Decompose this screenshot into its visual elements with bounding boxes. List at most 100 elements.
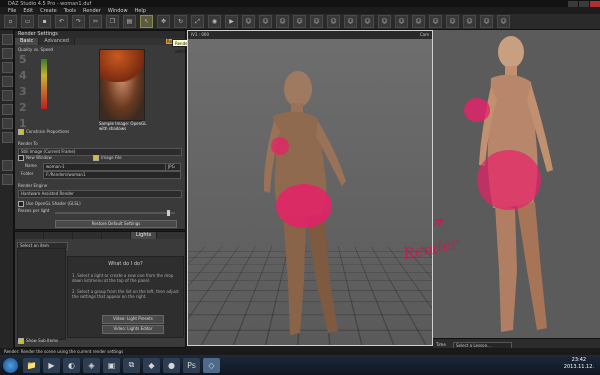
figure-icon[interactable]: ☺ [327, 15, 340, 28]
cut-icon[interactable]: ✂ [89, 15, 102, 28]
viewport[interactable]: IV1 : 000 Cam [187, 30, 433, 346]
figure-icon[interactable]: ☺ [361, 15, 374, 28]
menu-tools[interactable]: Tools [64, 8, 76, 14]
image-file-group[interactable]: Image File [93, 155, 122, 161]
menu-help[interactable]: Help [135, 8, 146, 14]
tab-icon[interactable] [2, 90, 13, 101]
figure-icon[interactable]: ☺ [446, 15, 459, 28]
copy-icon[interactable]: ❐ [106, 15, 119, 28]
tab-icon[interactable] [44, 232, 73, 239]
tab-icon[interactable] [2, 104, 13, 115]
figure-icon[interactable]: ☺ [463, 15, 476, 28]
menu-window[interactable]: Window [108, 8, 128, 14]
photoshop-icon[interactable]: Ps [183, 357, 200, 373]
window-title: DAZ Studio 4.5 Pro - woman1.duf [8, 0, 92, 7]
daz-icon[interactable]: ◇ [203, 357, 220, 373]
media-icon[interactable]: ▶ [43, 357, 60, 373]
help-title: What do I do? [108, 261, 143, 267]
render-result: Render [402, 30, 600, 348]
figure-icon[interactable]: ☺ [378, 15, 391, 28]
tab-icon[interactable] [15, 232, 44, 239]
app-icon[interactable]: ● [163, 357, 180, 373]
tab-lights[interactable]: Lights [131, 232, 158, 239]
figure-icon[interactable]: ☺ [259, 15, 272, 28]
tab-icon[interactable] [102, 232, 131, 239]
app-icon[interactable]: ◆ [143, 357, 160, 373]
select-icon[interactable]: ↖ [140, 15, 153, 28]
tab-basic[interactable]: Basic [15, 38, 40, 45]
firefox-icon[interactable]: ◐ [63, 357, 80, 373]
opengl-row[interactable]: Use OpenGL Shader (GLSL) [18, 201, 181, 207]
figure-icon[interactable]: ☺ [395, 15, 408, 28]
undo-icon[interactable]: ↶ [55, 15, 68, 28]
figure-icon[interactable]: ☺ [276, 15, 289, 28]
tab-icon[interactable] [2, 118, 13, 129]
video-light-presets-button[interactable]: Video: Light Presets [102, 315, 164, 324]
lights-list[interactable] [17, 248, 66, 340]
ext-select[interactable]: JPG [165, 163, 181, 171]
redo-icon[interactable]: ↷ [72, 15, 85, 28]
tab-icon[interactable] [2, 62, 13, 73]
constrain-checkbox[interactable] [18, 129, 24, 135]
status-bar: Render: Render the scene using the curre… [0, 348, 600, 355]
open-icon[interactable]: ▭ [21, 15, 34, 28]
tab-icon[interactable] [2, 76, 13, 87]
figure-icon[interactable]: ☺ [310, 15, 323, 28]
app-icon[interactable]: ▣ [103, 357, 120, 373]
app-icon[interactable]: ◈ [83, 357, 100, 373]
tab-icon[interactable] [2, 132, 13, 143]
maximize-button[interactable] [579, 0, 589, 7]
render-tabs: Basic Advanced [15, 38, 185, 45]
clock-time: 23:42 [571, 357, 587, 363]
name-input[interactable]: woman-1 [43, 163, 167, 171]
passes-slider[interactable] [55, 210, 175, 216]
new-window-radio[interactable] [18, 155, 24, 161]
folder-input[interactable]: F:/Renders/woman1 [43, 171, 181, 179]
quality-gauge[interactable] [41, 59, 47, 109]
slider-knob[interactable] [167, 210, 170, 216]
tab-advanced[interactable]: Advanced [39, 38, 75, 45]
new-icon[interactable]: ▫ [4, 15, 17, 28]
figure-icon[interactable]: ☺ [412, 15, 425, 28]
app-icon[interactable]: ⧉ [123, 357, 140, 373]
menu-file[interactable]: File [8, 8, 16, 14]
paste-icon[interactable]: ▤ [123, 15, 136, 28]
figure-icon[interactable]: ☺ [429, 15, 442, 28]
clock[interactable]: 23:42 2013.11.12. [564, 357, 594, 371]
opengl-checkbox[interactable] [18, 201, 24, 207]
figure-icon[interactable]: ☺ [480, 15, 493, 28]
image-file-radio[interactable] [93, 155, 100, 161]
tab-icon[interactable] [2, 160, 13, 171]
quality-number: 3 [19, 85, 27, 98]
scale-icon[interactable]: ⤢ [191, 15, 204, 28]
show-sub-checkbox[interactable] [18, 338, 24, 344]
restore-defaults-button[interactable]: Restore Default Settings [55, 220, 177, 228]
menu-edit[interactable]: Edit [23, 8, 33, 14]
figure-icon[interactable]: ☺ [293, 15, 306, 28]
menu-render[interactable]: Render [83, 8, 101, 14]
tab-icon[interactable] [2, 48, 13, 59]
video-lights-editor-button[interactable]: Video: Lights Editor [102, 325, 164, 334]
tab-icon[interactable] [2, 174, 13, 185]
move-icon[interactable]: ✥ [157, 15, 170, 28]
constrain-row[interactable]: Constrain Proportions [18, 129, 181, 135]
close-button[interactable] [590, 0, 600, 7]
show-sub-row[interactable]: Show Sub Items [18, 338, 181, 344]
folder-icon[interactable]: 📁 [23, 357, 40, 373]
render-to-label: Render To [18, 141, 38, 146]
image-file-label: Image File [101, 155, 122, 160]
rotate-icon[interactable]: ↻ [174, 15, 187, 28]
tab-icon[interactable] [73, 232, 102, 239]
render-icon[interactable]: ▶ [225, 15, 238, 28]
figure-icon[interactable]: ☺ [242, 15, 255, 28]
save-icon[interactable]: ▪ [38, 15, 51, 28]
start-button[interactable] [3, 357, 18, 373]
figure-icon[interactable]: ☺ [497, 15, 510, 28]
engine-select[interactable]: Hardware Assisted Render [18, 190, 182, 198]
minimize-button[interactable] [568, 0, 578, 7]
blur-censor [464, 98, 490, 122]
tab-icon[interactable] [2, 34, 13, 45]
figure-icon[interactable]: ☺ [344, 15, 357, 28]
menu-create[interactable]: Create [40, 8, 57, 14]
camera-icon[interactable]: ◉ [208, 15, 221, 28]
